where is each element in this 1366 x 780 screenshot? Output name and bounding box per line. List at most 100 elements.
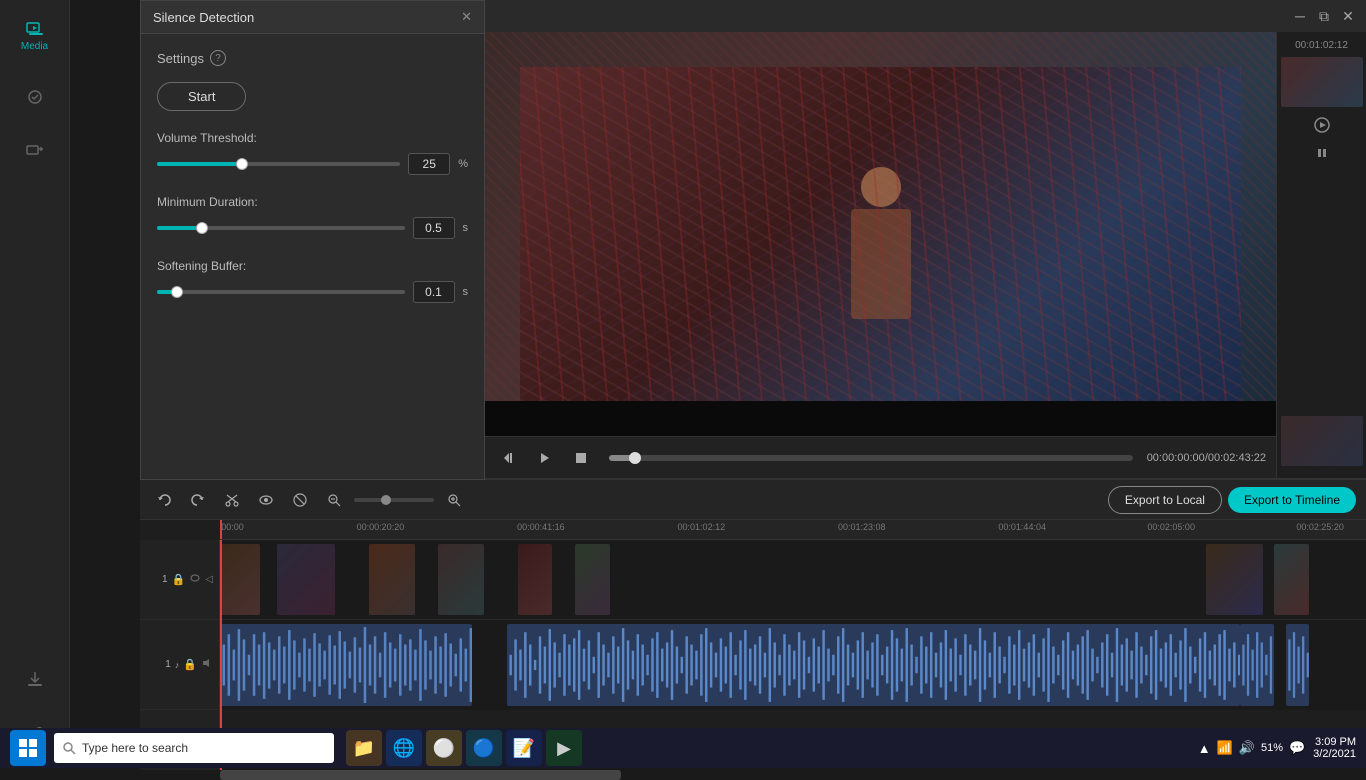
video-clip-8[interactable]	[1274, 544, 1308, 615]
clip-thumb-8	[1274, 544, 1308, 615]
silence-panel-body: Settings ? Start Volume Threshold: 25 % …	[141, 34, 484, 339]
title-minimize-btn[interactable]: ─	[1292, 8, 1308, 24]
volume-threshold-thumb[interactable]	[236, 158, 248, 170]
main-video-area: 00:00:00:00/00:02:43:22	[485, 32, 1276, 478]
total-time: 00:02:43:22	[1208, 452, 1266, 464]
silence-detection-panel: Silence Detection ✕ Settings ? Start Vol…	[140, 0, 485, 480]
zoom-in-btn[interactable]	[440, 486, 468, 514]
video-clip-4[interactable]	[438, 544, 484, 615]
battery-pct: 51%	[1261, 742, 1283, 754]
softening-buffer-value: 0.1	[413, 281, 455, 303]
play-btn[interactable]	[531, 444, 559, 472]
redo-btn[interactable]	[184, 486, 212, 514]
video-clip-5[interactable]	[518, 544, 552, 615]
search-placeholder: Type here to search	[82, 741, 188, 755]
export-timeline-btn[interactable]: Export to Timeline	[1228, 487, 1356, 513]
volume-threshold-fill	[157, 162, 242, 166]
sidebar-item-add[interactable]	[10, 126, 60, 176]
right-thumb-img	[1281, 57, 1363, 107]
search-icon	[62, 741, 76, 755]
media-icon	[25, 19, 45, 39]
min-duration-thumb[interactable]	[196, 222, 208, 234]
ruler-playhead	[220, 520, 222, 539]
min-duration-track[interactable]	[157, 226, 405, 230]
zoom-slider[interactable]	[354, 498, 434, 502]
prev-frame-btn[interactable]	[495, 444, 523, 472]
right-thumb-img-2	[1281, 416, 1363, 466]
waveform-3	[1240, 624, 1274, 706]
video-eye-icon[interactable]	[189, 572, 201, 587]
progress-bar[interactable]	[609, 455, 1133, 461]
taskbar-app-word[interactable]: 📝	[506, 730, 542, 766]
video-clip-6[interactable]	[575, 544, 609, 615]
audio-track	[220, 620, 1366, 710]
softening-buffer-thumb[interactable]	[171, 286, 183, 298]
zoom-out-btn[interactable]	[320, 486, 348, 514]
ruler-0: 00:00:00:00	[220, 522, 244, 532]
taskbar-app-explorer[interactable]: 📁	[346, 730, 382, 766]
right-controls	[1310, 113, 1334, 165]
export-local-btn[interactable]: Export to Local	[1108, 486, 1222, 514]
video-clip-1[interactable]	[220, 544, 260, 615]
disable-clip-btn[interactable]	[286, 486, 314, 514]
volume-threshold-track[interactable]	[157, 162, 400, 166]
softening-buffer-unit: s	[463, 286, 469, 298]
taskbar-search[interactable]: Type here to search	[54, 733, 334, 763]
zoom-thumb	[381, 495, 391, 505]
sidebar-item-effects[interactable]	[10, 72, 60, 122]
help-icon[interactable]: ?	[210, 50, 226, 66]
audio-track-number: 1	[165, 659, 171, 670]
taskbar-app-chrome[interactable]: ⚪	[426, 730, 462, 766]
audio-clip-1[interactable]	[220, 624, 472, 706]
clip-thumb-4	[438, 544, 484, 615]
undo-btn[interactable]	[150, 486, 178, 514]
progress-thumb	[629, 452, 641, 464]
stop-btn[interactable]	[567, 444, 595, 472]
title-close-btn[interactable]: ✕	[1340, 8, 1356, 24]
video-clip-7[interactable]	[1206, 544, 1263, 615]
taskbar-app-wondershare[interactable]: ▶	[546, 730, 582, 766]
start-button[interactable]: Start	[157, 82, 246, 111]
min-duration-unit: s	[463, 222, 469, 234]
waveform-2	[507, 624, 1240, 706]
right-play-btn[interactable]	[1310, 113, 1334, 137]
audio-clip-3[interactable]	[1240, 624, 1274, 706]
video-lock-icon[interactable]: 🔒	[172, 573, 186, 586]
taskbar-app-chrome2[interactable]: 🔵	[466, 730, 502, 766]
audio-clip-2[interactable]	[507, 624, 1240, 706]
audio-track-label: 1 ♪ 🔒	[140, 620, 219, 710]
silence-panel-close[interactable]: ✕	[461, 9, 472, 25]
right-panel-bottom	[1281, 416, 1363, 470]
sidebar-item-import[interactable]	[10, 654, 60, 704]
volume-threshold-row: 25 %	[157, 153, 468, 175]
clip-thumb-1	[220, 544, 260, 615]
settings-label: Settings	[157, 51, 204, 66]
scrollbar-thumb[interactable]	[220, 770, 621, 780]
audio-clip-4[interactable]	[1286, 624, 1309, 706]
audio-lock-icon[interactable]: 🔒	[183, 658, 197, 671]
timeline-scrollbar[interactable]	[220, 770, 1366, 780]
volume-threshold-unit: %	[458, 158, 468, 170]
sidebar-item-media[interactable]: Media	[10, 10, 60, 60]
softening-buffer-section: Softening Buffer: 0.1 s	[157, 259, 468, 303]
ruler-3: 00:01:02:12	[678, 522, 726, 532]
video-clip-2[interactable]	[277, 544, 334, 615]
waveform-1	[220, 624, 472, 706]
settings-row: Settings ?	[157, 50, 468, 66]
taskbar-app-edge[interactable]: 🌐	[386, 730, 422, 766]
video-clip-3[interactable]	[369, 544, 415, 615]
start-button[interactable]	[10, 730, 46, 766]
video-bottom-bar	[485, 401, 1276, 436]
taskbar-apps: 📁 🌐 ⚪ 🔵 📝 ▶	[346, 730, 582, 766]
eye-btn[interactable]	[252, 486, 280, 514]
volume-threshold-section: Volume Threshold: 25 %	[157, 131, 468, 175]
audio-volume-icon[interactable]	[201, 657, 213, 672]
softening-buffer-track[interactable]	[157, 290, 405, 294]
title-restore-btn[interactable]: ⧉	[1316, 8, 1332, 24]
cut-btn[interactable]	[218, 486, 246, 514]
windows-icon	[18, 738, 38, 758]
right-pause-btn[interactable]	[1310, 141, 1334, 165]
taskbar-time: 3:09 PM 3/2/2021	[1313, 736, 1356, 760]
notification-icon[interactable]: 💬	[1289, 740, 1305, 756]
clip-thumb-6	[575, 544, 609, 615]
